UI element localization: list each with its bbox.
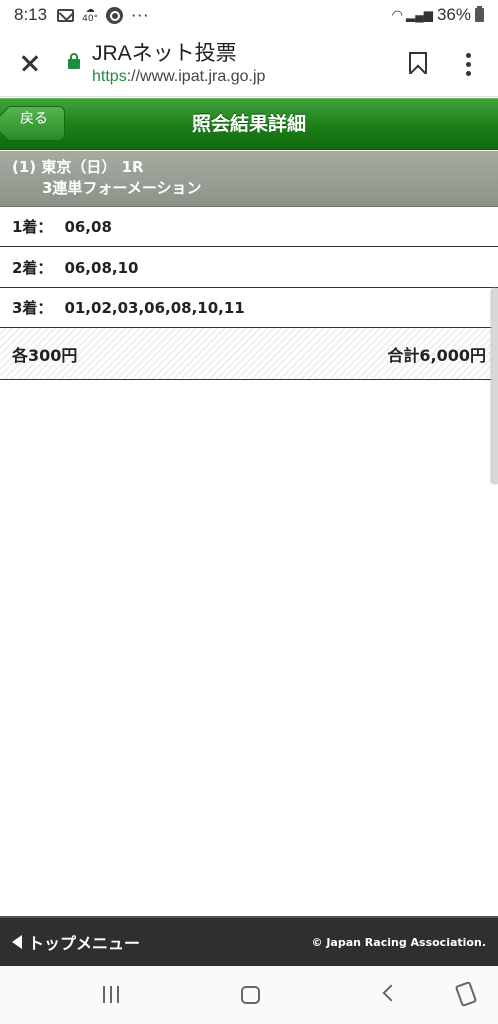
bookmark-icon[interactable] (409, 52, 427, 74)
search-app-icon (106, 6, 124, 24)
horse-numbers: 06,08,10 (64, 258, 139, 277)
lock-icon (68, 53, 80, 69)
list-item: 2着： 06,08,10 (0, 248, 498, 288)
status-bar: 8:13 ☁ 40° ··· ◠ ▂▄▆ 36% (0, 0, 498, 30)
back-icon[interactable] (382, 984, 400, 1002)
copyright: © Japan Racing Association. (311, 935, 487, 949)
more-notifications-icon: ··· (131, 5, 150, 25)
url-text: https://www.ipat.jra.go.jp (92, 67, 265, 87)
triangle-left-icon (12, 935, 22, 949)
overflow-menu-icon[interactable] (466, 53, 472, 80)
back-button[interactable]: 戻る (8, 106, 65, 141)
horse-numbers: 06,08 (64, 217, 112, 236)
page-footer: トップメニュー © Japan Racing Association. (0, 916, 498, 966)
wifi-icon: ◠ (391, 7, 403, 22)
mail-icon (57, 8, 75, 22)
race-info: (1) 東京（日） 1R 3連単フォーメーション (0, 151, 498, 207)
edge-panel-handle[interactable] (492, 288, 498, 484)
position-label: 3着： (12, 299, 53, 317)
signal-icon: ▂▄▆ (406, 8, 433, 22)
amount-each: 各300円 (12, 345, 78, 365)
status-time: 8:13 (14, 5, 48, 24)
url-block[interactable]: JRAネット投票 https://www.ipat.jra.go.jp (92, 41, 265, 87)
top-menu-link[interactable]: トップメニュー (0, 930, 140, 954)
site-title: JRAネット投票 (92, 42, 237, 65)
position-label: 2着： (12, 259, 53, 277)
battery-icon (475, 6, 484, 22)
list-item: 1着： 06,08 (0, 207, 498, 247)
home-icon[interactable] (241, 986, 260, 1004)
close-icon[interactable] (0, 30, 58, 97)
browser-toolbar: JRAネット投票 https://www.ipat.jra.go.jp (0, 30, 498, 97)
url-host: ://www.ipat.jra.go.jp (126, 68, 266, 85)
recent-apps-icon[interactable] (103, 986, 121, 1003)
weather-icon: ☁ 40° (82, 5, 99, 24)
url-scheme: https (92, 68, 127, 85)
page-header: 照会結果詳細 戻る (0, 98, 498, 150)
battery-percent: 36% (436, 5, 471, 24)
bet-type: 3連単フォーメーション (42, 179, 202, 197)
race-name: (1) 東京（日） 1R (12, 158, 144, 176)
page-title: 照会結果詳細 (191, 113, 306, 135)
list-item: 3着： 01,02,03,06,08,10,11 (0, 288, 498, 328)
system-nav-bar (0, 966, 498, 1024)
amount-total: 合計6,000円 (387, 345, 486, 365)
weather-temp: 40° (82, 14, 99, 24)
amount-summary: 各300円 合計6,000円 (0, 328, 498, 380)
top-menu-label: トップメニュー (28, 934, 141, 953)
position-label: 1着： (12, 218, 53, 236)
horse-numbers: 01,02,03,06,08,10,11 (64, 298, 245, 317)
rotate-screen-icon[interactable] (454, 980, 478, 1008)
